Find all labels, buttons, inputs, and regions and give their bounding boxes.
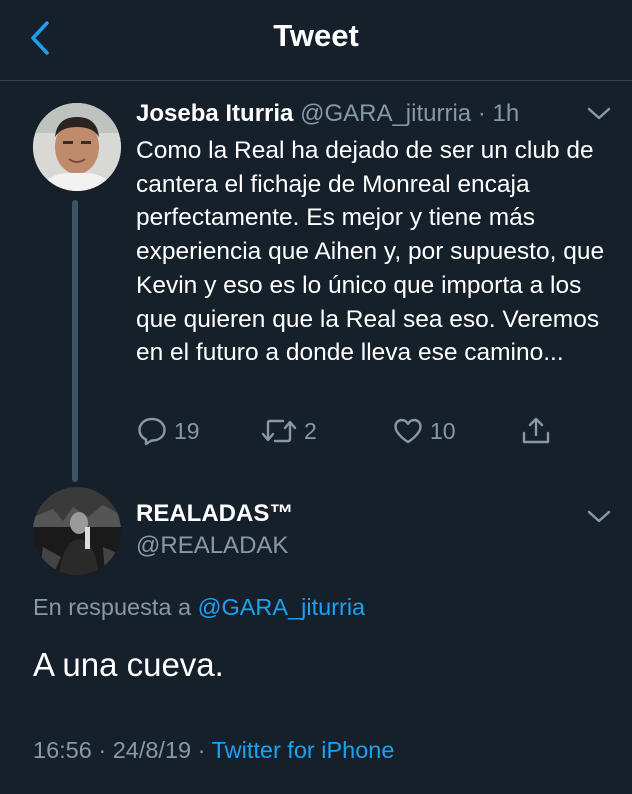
share-icon [522,417,550,444]
parent-tweet-text: Como la Real ha dejado de ser un club de… [136,137,605,367]
retweet-button[interactable]: 2 [260,414,317,448]
tweet-timestamp-source: 16:56 · 24/8/19 · Twitter for iPhone [33,737,394,764]
reply-to-mention-link[interactable]: @GARA_jiturria [198,594,366,620]
avatar-image [33,487,121,575]
retweet-count: 2 [304,417,317,444]
reply-tweet-text: A una cueva. [33,646,224,683]
avatar-joseba[interactable] [33,103,121,191]
avatar-image [33,103,121,191]
in-reply-to-line: En respuesta a @GARA_jiturria [33,594,365,621]
reply-icon [138,417,166,446]
reply-button[interactable]: 19 [136,414,200,448]
reply-count: 19 [174,417,200,444]
chevron-down-icon [587,107,611,120]
author-name[interactable]: Joseba Iturria [136,100,293,127]
reply-author-handle[interactable]: @REALADAK [136,532,288,560]
thread-connector-line [72,200,78,482]
retweet-icon [261,419,297,443]
author-handle-time: @GARA_jiturria · 1h [300,100,520,127]
top-navigation-bar: Tweet [0,0,632,81]
like-count: 10 [430,417,456,444]
like-icon [394,418,422,444]
parent-tweet-menu-button[interactable] [585,104,613,124]
tweet-detail-screen: Tweet Joseba Iturria @GARA_jiturria · 1h… [0,0,632,794]
like-button[interactable]: 10 [392,414,456,448]
avatar-realadas[interactable] [33,487,121,575]
tweet-source-link[interactable]: Twitter for iPhone [212,737,395,763]
reply-tweet-menu-button[interactable] [585,507,613,527]
page-title: Tweet [273,18,359,53]
share-button[interactable] [520,414,552,448]
reply-to-prefix: En respuesta a [33,594,192,620]
tweet-timestamp: 16:56 · 24/8/19 · [33,737,206,763]
parent-tweet-header: Joseba Iturria @GARA_jiturria · 1h [136,100,519,128]
reply-author-name[interactable]: REALADAS™ [136,500,293,528]
chevron-down-icon [587,510,611,523]
